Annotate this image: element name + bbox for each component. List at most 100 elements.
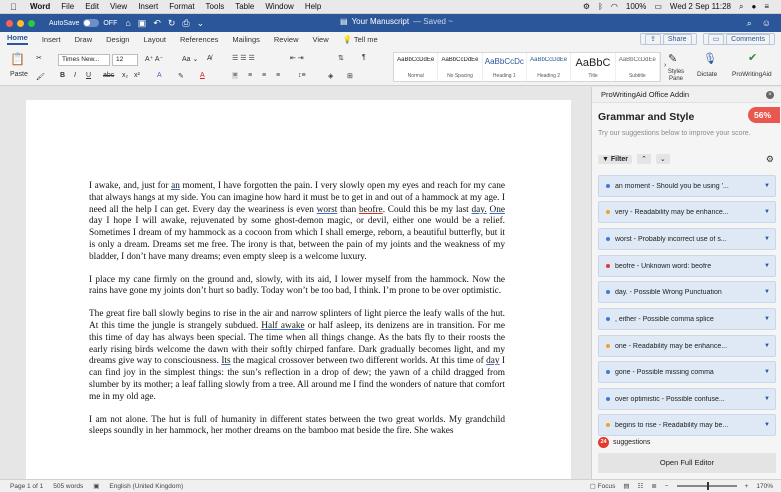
paragraph-4[interactable]: I am not alone. The hut is full of human… (89, 415, 505, 439)
suggestion-item[interactable]: , either - Possible comma splice ▼ (598, 308, 776, 330)
paragraph-3[interactable]: The great fire ball slowly begins to ris… (89, 309, 505, 403)
menu-insert[interactable]: Insert (138, 2, 158, 11)
suggestion-item[interactable]: worst - Probably incorrect use of s... ▼ (598, 228, 776, 250)
borders-icon[interactable]: ⊞ (347, 72, 353, 80)
chevron-down-icon[interactable]: ▼ (762, 369, 772, 375)
highlight-icon[interactable]: ✎ (178, 72, 184, 80)
tab-layout[interactable]: Layout (143, 35, 166, 44)
chevron-down-icon[interactable]: ▼ (762, 422, 772, 428)
justify-icon[interactable]: ≡ (276, 72, 280, 79)
open-full-editor-button[interactable]: Open Full Editor (598, 453, 776, 473)
list-icon[interactable]: ≡ (764, 2, 769, 11)
tab-references[interactable]: References (180, 35, 218, 44)
clear-format-icon[interactable]: A̸ (207, 55, 212, 62)
apple-icon[interactable]:  (10, 2, 20, 12)
flagged-word[interactable]: beofre (359, 205, 383, 215)
tab-insert[interactable]: Insert (42, 35, 61, 44)
shading-icon[interactable]: ◈ (328, 72, 333, 80)
menu-file[interactable]: File (61, 2, 74, 11)
suggestion-item[interactable]: day. - Possible Wrong Punctuation ▼ (598, 281, 776, 303)
web-layout-icon[interactable]: ☷ (638, 482, 644, 490)
style-normal[interactable]: AaBbCcDdEe Normal (394, 53, 439, 81)
zoom-in-icon[interactable]: + (745, 483, 749, 490)
zoom-level[interactable]: 170% (756, 483, 773, 490)
focus-button[interactable]: ▢ Focus (590, 482, 616, 490)
flagged-word[interactable]: an (171, 181, 180, 191)
comments-button[interactable]: ▭ Comments (702, 33, 775, 45)
chevron-down-icon[interactable]: ▼ (762, 236, 772, 242)
paste-icon[interactable]: 📋 (10, 52, 25, 66)
wifi-icon[interactable]: ◠ (611, 2, 618, 11)
bold-icon[interactable]: B (60, 72, 65, 79)
flagged-word[interactable]: One (490, 205, 506, 215)
tab-review[interactable]: Review (274, 35, 299, 44)
align-left-icon[interactable]: ≡ (232, 72, 239, 79)
customize-icon[interactable]: ⌄ (197, 18, 205, 29)
outline-icon[interactable]: ≣ (651, 482, 656, 490)
paragraph-2[interactable]: I place my cane firmly on the ground and… (89, 275, 505, 299)
prowritingaid-icon[interactable]: ✔ (748, 51, 757, 64)
flagged-word[interactable]: Half awake (261, 321, 304, 331)
grow-font-icon[interactable]: A⁺ A⁻ (145, 55, 163, 63)
gear-icon[interactable]: ⚙ (766, 154, 774, 165)
document-body[interactable]: I awake, and, just for an moment, I have… (89, 181, 505, 449)
document-title[interactable]: ▤ Your Manuscript — Saved ~ (340, 17, 453, 26)
next-suggestion-button[interactable]: ⌄ (655, 154, 670, 164)
zoom-out-icon[interactable]: − (665, 483, 669, 490)
subscript-icon[interactable]: x₂ (122, 72, 128, 79)
tab-design[interactable]: Design (106, 35, 129, 44)
autosave-control[interactable]: AutoSave OFF (49, 19, 117, 27)
tab-home[interactable]: Home (7, 33, 28, 45)
clock-text[interactable]: Wed 2 Sep 11:28 (670, 2, 731, 11)
styles-more-icon[interactable]: › (664, 62, 666, 69)
chevron-down-icon[interactable]: ▼ (762, 209, 772, 215)
print-icon[interactable]: ⎙ (182, 18, 189, 29)
suggestion-item[interactable]: gone - Possible missing comma ▼ (598, 361, 776, 383)
gear-icon[interactable]: ⚙ (583, 2, 590, 11)
suggestion-item[interactable]: an moment - Should you be using '... ▼ (598, 175, 776, 197)
smiley-icon[interactable]: ☺ (762, 18, 771, 29)
flagged-word[interactable]: worst (317, 205, 338, 215)
pilcrow-icon[interactable]: ¶ (362, 54, 366, 61)
menu-window[interactable]: Window (265, 2, 293, 11)
user-icon[interactable]: ● (751, 2, 756, 11)
close-icon[interactable]: × (766, 90, 774, 99)
battery-icon[interactable]: ▭ (654, 2, 662, 11)
menu-tools[interactable]: Tools (206, 2, 225, 11)
undo-icon[interactable]: ↶ (153, 18, 161, 29)
proofing-icon[interactable]: ▣ (93, 482, 99, 490)
tab-draw[interactable]: Draw (75, 35, 93, 44)
filter-button[interactable]: ▼ Filter (598, 154, 633, 164)
style-subtitle[interactable]: AaBbCcDdEe Subtitle (616, 53, 660, 81)
dictate-label[interactable]: Dictate (697, 71, 717, 78)
language[interactable]: English (United Kingdom) (109, 483, 183, 490)
italic-icon[interactable]: I (74, 72, 76, 79)
paragraph-1[interactable]: I awake, and, just for an moment, I have… (89, 181, 505, 264)
flagged-word[interactable]: day (486, 356, 499, 366)
previous-suggestion-button[interactable]: ⌃ (637, 154, 651, 164)
share-button[interactable]: ⇪ Share (640, 33, 697, 45)
bullets-icon[interactable]: ☰ ☰ ☰ (232, 54, 255, 62)
chevron-down-icon[interactable]: ▼ (762, 183, 772, 189)
word-count[interactable]: 505 words (53, 483, 83, 490)
style-heading-1[interactable]: AaBbCcDc Heading 1 (483, 53, 527, 81)
align-right-icon[interactable]: ≡ (262, 72, 266, 79)
score-badge[interactable]: 56% (748, 107, 780, 123)
autosave-toggle[interactable] (83, 19, 100, 27)
style-no-spacing[interactable]: AaBbCcDdEe No Spacing (438, 53, 483, 81)
styles-pane-label[interactable]: Styles Pane (664, 69, 688, 83)
menu-format[interactable]: Format (169, 2, 194, 11)
underline-icon[interactable]: U (86, 72, 91, 79)
microphone-icon[interactable]: 🎙 (703, 52, 717, 65)
menu-edit[interactable]: Edit (85, 2, 99, 11)
line-spacing-icon[interactable]: ↕≡ (298, 72, 306, 79)
suggestion-item[interactable]: beofre - Unknown word: beofre ▼ (598, 255, 776, 277)
chevron-down-icon[interactable]: ▼ (762, 343, 772, 349)
prowritingaid-label[interactable]: ProWritingAid (732, 71, 772, 78)
document-page[interactable]: I awake, and, just for an moment, I have… (26, 100, 571, 479)
flagged-word[interactable]: day. (472, 205, 487, 215)
document-canvas[interactable]: I awake, and, just for an moment, I have… (0, 87, 590, 479)
paste-label[interactable]: Paste (10, 71, 28, 78)
tell-me[interactable]: 💡 Tell me (343, 35, 378, 44)
save-icon[interactable]: ▣ (138, 18, 147, 29)
